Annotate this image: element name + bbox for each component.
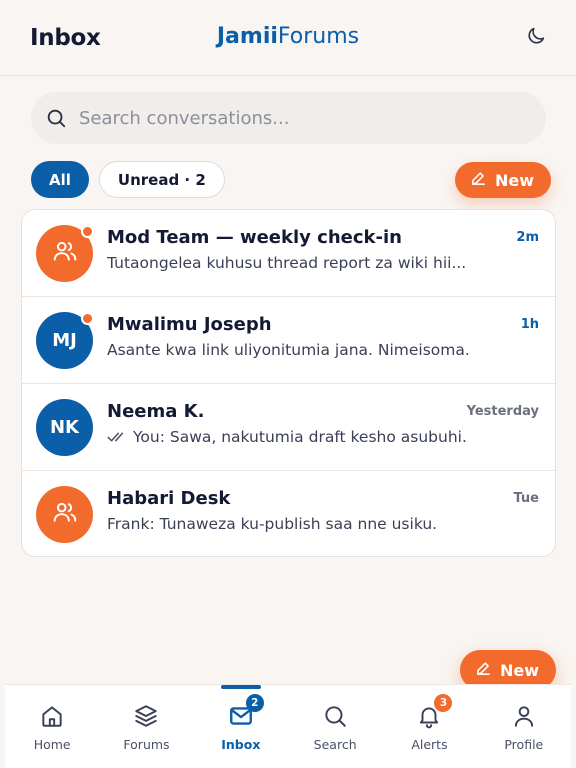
conversation-preview: Frank: Tunaweza ku-publish saa nne usiku… xyxy=(107,515,497,533)
tab-label: Profile xyxy=(504,737,544,752)
conversation-name: Neema K. xyxy=(107,401,205,422)
conversation-time: Yesterday xyxy=(466,404,539,419)
filter-chips: All Unread · 2 xyxy=(31,161,225,198)
moon-icon xyxy=(525,25,547,51)
layers-icon xyxy=(133,703,159,729)
theme-toggle-button[interactable] xyxy=(520,22,552,54)
avatar-initials: NK xyxy=(49,417,79,438)
tab-label: Forums xyxy=(123,737,170,752)
conversation-row[interactable]: Habari Desk Tue Frank: Tunaweza ku-publi… xyxy=(22,471,555,556)
new-button-label: New xyxy=(500,660,540,680)
new-button-label: New xyxy=(495,170,535,190)
edit-icon xyxy=(475,660,492,681)
users-icon xyxy=(52,499,78,530)
conversation-list: Mod Team — weekly check-in 2m Tutaongele… xyxy=(21,209,556,557)
preview-text: You: Sawa, nakutumia draft kesho asubuhi… xyxy=(133,428,467,446)
tab-label: Home xyxy=(33,737,71,752)
tab-label: Search xyxy=(313,737,357,752)
conversation-preview: Tutaongelea kuhusu thread report za wiki… xyxy=(107,254,497,272)
conversation-row[interactable]: MJ Mwalimu Joseph 1h Asante kwa link uli… xyxy=(22,297,555,384)
filter-all-chip[interactable]: All xyxy=(31,161,89,198)
top-bar: Inbox xyxy=(0,0,576,76)
search-bar[interactable] xyxy=(31,92,546,144)
tab-forums[interactable]: Forums xyxy=(99,685,193,768)
avatar xyxy=(36,486,93,543)
bell-icon: 3 xyxy=(416,694,453,729)
preview-text: Frank: Tunaweza ku-publish saa nne usiku… xyxy=(107,515,438,533)
conversation-time: 1h xyxy=(520,317,539,332)
bottom-tab-bar: Home Forums 2 Inbox Search 3 Alerts Prof… xyxy=(5,684,571,768)
avatar xyxy=(36,225,94,282)
tab-home[interactable]: Home xyxy=(5,685,99,768)
tab-search[interactable]: Search xyxy=(288,685,382,768)
tab-label: Inbox xyxy=(221,737,261,752)
avatar: NK xyxy=(36,399,93,456)
new-conversation-button[interactable]: New xyxy=(455,162,552,198)
filter-unread-chip[interactable]: Unread · 2 xyxy=(98,161,225,198)
avatar: MJ xyxy=(36,312,94,369)
tab-inbox[interactable]: 2 Inbox xyxy=(194,685,288,768)
conversation-row[interactable]: Mod Team — weekly check-in 2m Tutaongele… xyxy=(22,210,555,297)
inbox-badge: 2 xyxy=(245,694,264,712)
conversation-name: Mwalimu Joseph xyxy=(107,314,272,335)
tab-profile[interactable]: Profile xyxy=(477,685,571,768)
unread-dot xyxy=(81,225,94,238)
search-icon xyxy=(322,703,348,729)
page-title: Inbox xyxy=(30,24,101,51)
conversation-name: Mod Team — weekly check-in xyxy=(107,227,402,248)
unread-dot xyxy=(81,312,94,325)
active-tab-indicator xyxy=(220,685,261,689)
edit-icon xyxy=(470,170,487,191)
search-input[interactable] xyxy=(79,107,499,129)
preview-text: Asante kwa link uliyonitumia jana. Nimei… xyxy=(107,341,470,359)
tab-label: Alerts xyxy=(411,737,448,752)
conversation-time: 2m xyxy=(516,230,539,245)
conversation-preview: Asante kwa link uliyonitumia jana. Nimei… xyxy=(107,341,497,359)
user-icon xyxy=(511,703,537,729)
mail-icon: 2 xyxy=(228,694,264,729)
home-icon xyxy=(39,703,65,729)
conversation-name: Habari Desk xyxy=(107,488,231,509)
conversation-preview: You: Sawa, nakutumia draft kesho asubuhi… xyxy=(107,428,497,446)
double-check-icon xyxy=(107,430,127,444)
users-icon xyxy=(52,238,78,269)
conversation-time: Tue xyxy=(513,491,539,506)
tab-alerts[interactable]: 3 Alerts xyxy=(382,685,476,768)
preview-text: Tutaongelea kuhusu thread report za wiki… xyxy=(107,254,467,272)
alerts-badge: 3 xyxy=(434,694,453,712)
search-icon xyxy=(45,107,67,129)
avatar-initials: MJ xyxy=(52,330,77,351)
conversation-row[interactable]: NK Neema K. Yesterday You: Sawa, nakutum… xyxy=(22,384,555,471)
